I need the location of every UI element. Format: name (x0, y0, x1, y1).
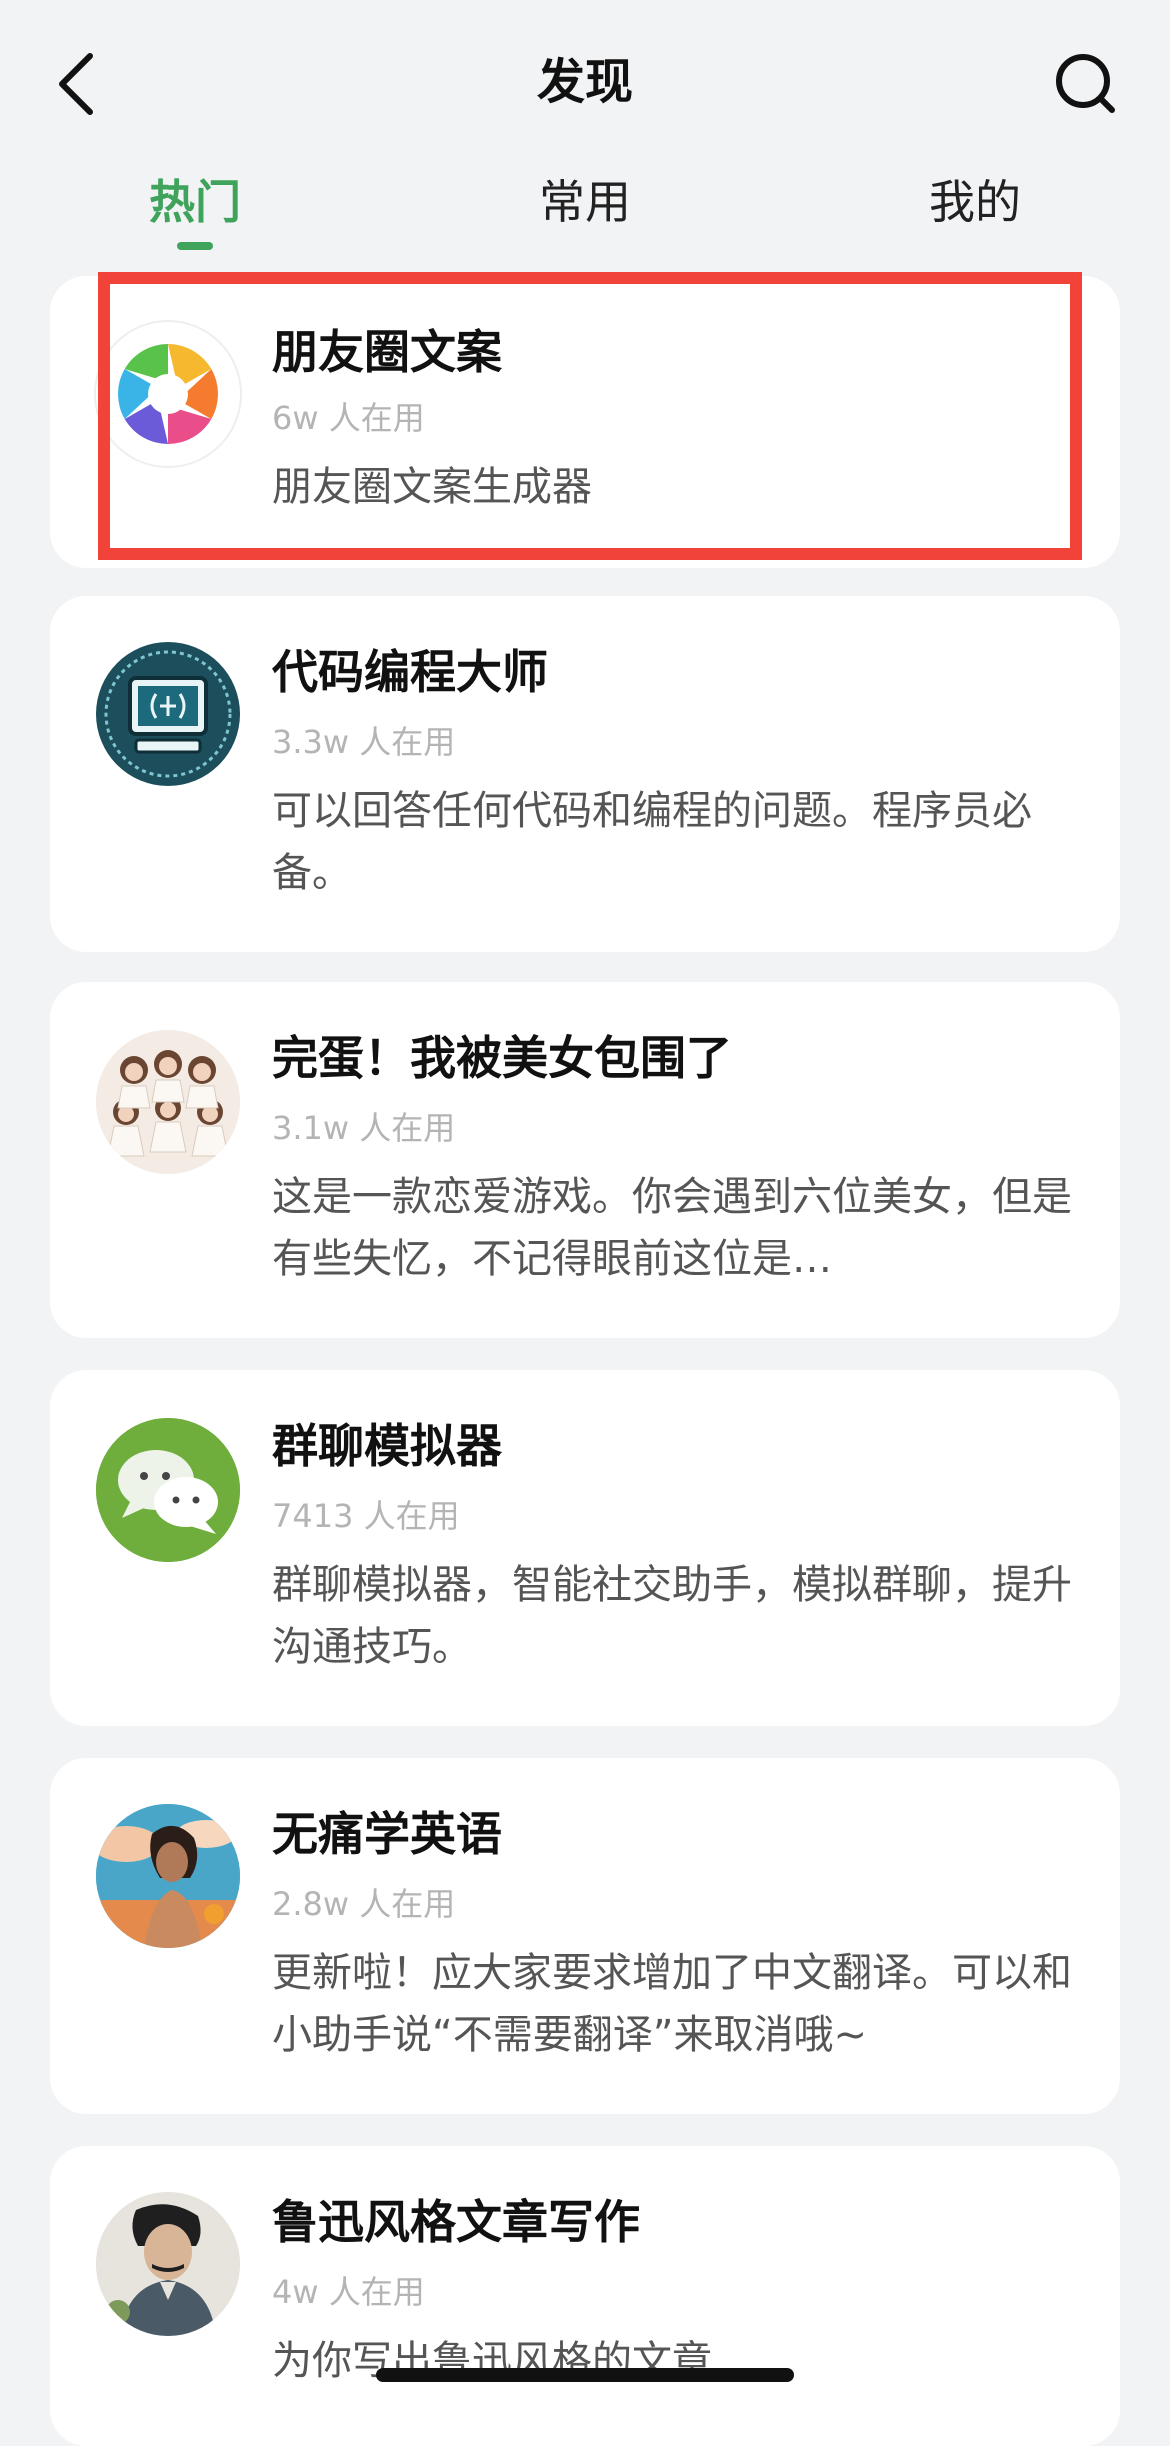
tab-common[interactable]: 常用 (520, 162, 650, 252)
card-description: 这是一款恋爱游戏。你会遇到六位美女，但是有些失忆，不记得眼前这位是… (272, 1174, 1072, 1282)
woman-portrait-avatar (96, 1804, 240, 1948)
card-user-count: 2.8w 人在用 (272, 1885, 456, 1923)
card-user-count: 3.1w 人在用 (272, 1109, 456, 1147)
tab-bar: 热门 常用 我的 (0, 162, 1170, 262)
card-title: 无痛学英语 (272, 1807, 502, 1861)
group-women-avatar (96, 1030, 240, 1174)
page-title: 发现 (536, 54, 633, 110)
computer-brain-icon (96, 642, 240, 786)
active-tab-indicator (177, 242, 213, 250)
card-description: 群聊模拟器，智能社交助手，模拟群聊，提升沟通技巧。 (272, 1562, 1072, 1670)
tab-mine[interactable]: 我的 (910, 162, 1040, 252)
card-user-count: 3.3w 人在用 (272, 723, 456, 761)
agent-card-romance-game[interactable]: 完蛋！我被美女包围了 3.1w 人在用 这是一款恋爱游戏。你会遇到六位美女，但是… (50, 982, 1120, 1338)
highlight-annotation-box (98, 272, 1082, 560)
home-indicator-bar[interactable] (376, 2368, 794, 2382)
card-description: 为你写出鲁迅风格的文章 (272, 2338, 712, 2384)
tab-common-label: 常用 (539, 175, 631, 229)
agent-card-luxun-writing[interactable]: 鲁迅风格文章写作 4w 人在用 为你写出鲁迅风格的文章 (50, 2146, 1120, 2446)
agent-card-group-chat-simulator[interactable]: 群聊模拟器 7413 人在用 群聊模拟器，智能社交助手，模拟群聊，提升沟通技巧。 (50, 1370, 1120, 1726)
tab-mine-label: 我的 (929, 175, 1021, 229)
card-description: 更新啦！应大家要求增加了中文翻译。可以和小助手说“不需要翻译”来取消哦~ (272, 1950, 1072, 2058)
card-title: 完蛋！我被美女包围了 (272, 1031, 732, 1085)
chat-bubbles-icon (96, 1418, 240, 1562)
card-description: 可以回答任何代码和编程的问题。程序员必备。 (272, 788, 1032, 896)
tab-hot-label: 热门 (149, 175, 241, 229)
card-user-count: 4w 人在用 (272, 2273, 425, 2311)
card-title: 代码编程大师 (272, 645, 548, 699)
card-title: 群聊模拟器 (272, 1419, 502, 1473)
tab-hot[interactable]: 热门 (130, 162, 260, 252)
search-icon (1056, 54, 1115, 113)
top-bar: 发现 (0, 0, 1170, 160)
luxun-portrait-avatar (96, 2192, 240, 2336)
search-button[interactable] (1046, 44, 1126, 124)
card-title: 鲁迅风格文章写作 (272, 2195, 640, 2249)
agent-card-learn-english[interactable]: 无痛学英语 2.8w 人在用 更新啦！应大家要求增加了中文翻译。可以和小助手说“… (50, 1758, 1120, 2114)
agent-card-code-master[interactable]: 代码编程大师 3.3w 人在用 可以回答任何代码和编程的问题。程序员必备。 (50, 596, 1120, 952)
card-user-count: 7413 人在用 (272, 1497, 460, 1535)
